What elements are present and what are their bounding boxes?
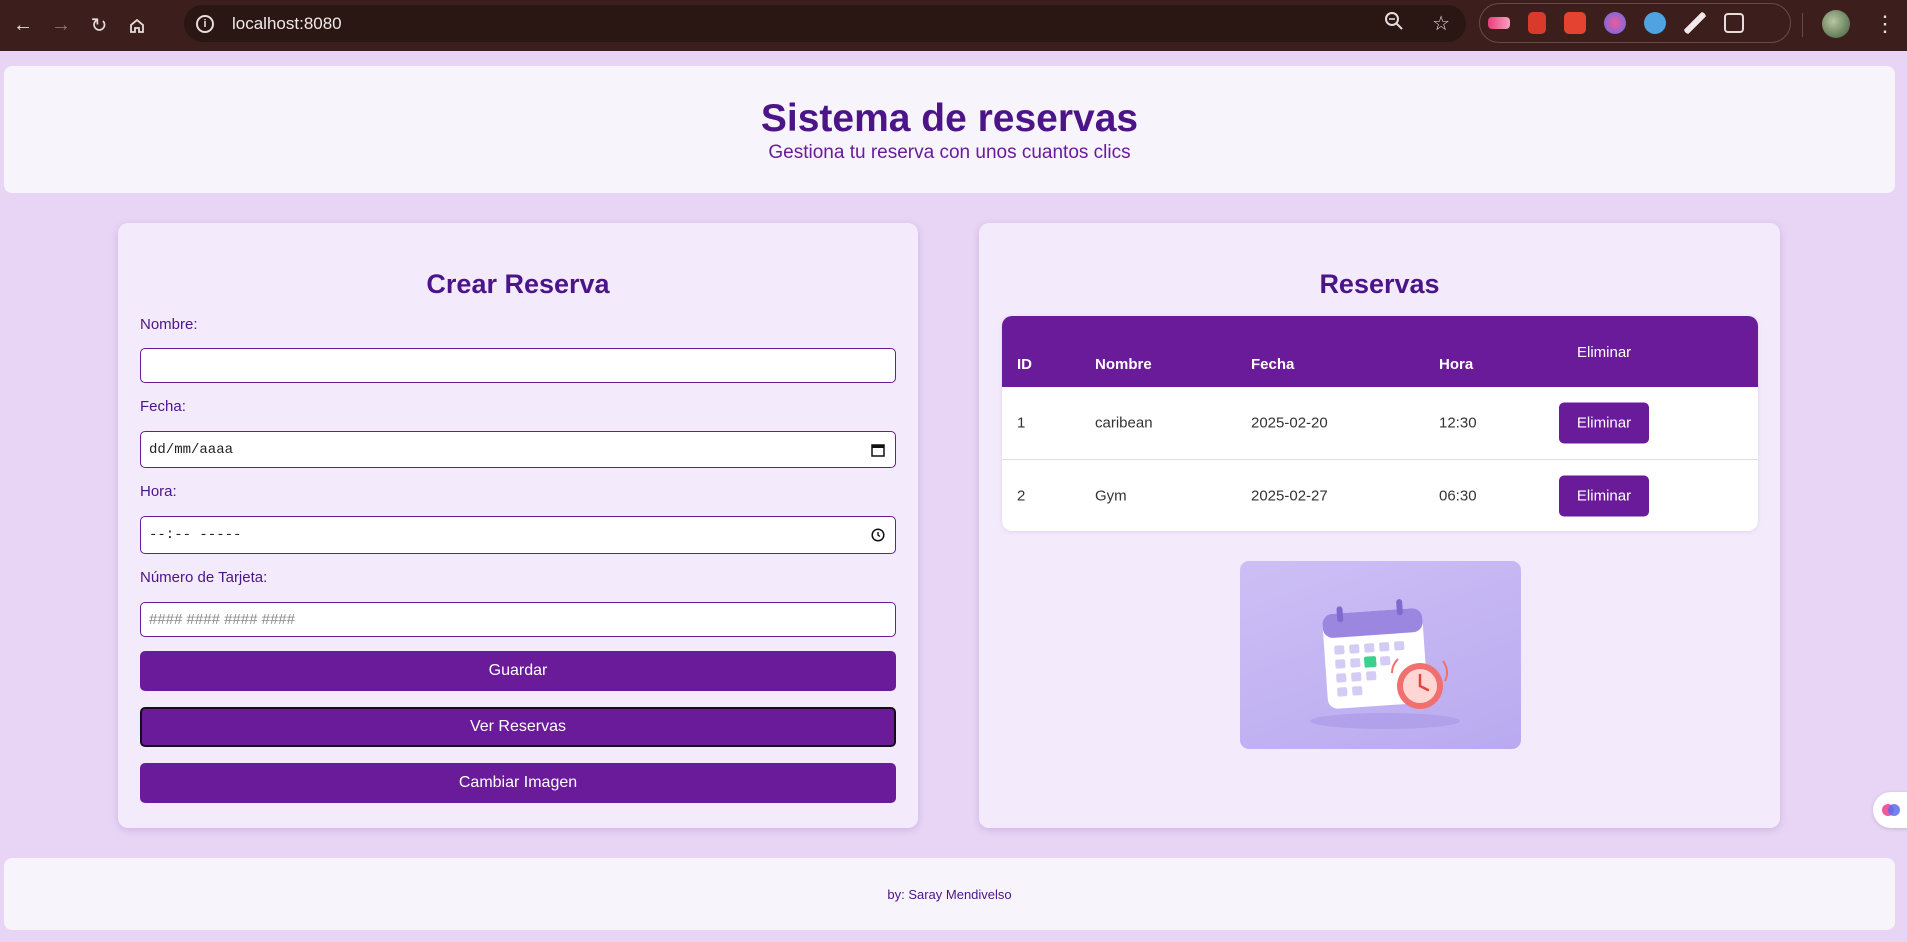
column-header-id: ID	[1017, 356, 1032, 373]
ver-reservas-button[interactable]: Ver Reservas	[140, 707, 896, 747]
reservations-card: Reservas ID Nombre Fecha Hora Eliminar 1…	[979, 223, 1780, 828]
robot-extension-icon[interactable]	[1644, 12, 1666, 34]
reservations-table: ID Nombre Fecha Hora Eliminar 1 caribean…	[1002, 316, 1758, 531]
column-header-eliminar: Eliminar	[1577, 344, 1632, 361]
row-hora: 06:30	[1439, 487, 1477, 504]
form-title: Crear Reserva	[426, 269, 610, 299]
page-footer: by: Saray Mendivelso	[4, 858, 1895, 930]
toolbar-divider	[1802, 13, 1803, 37]
clock-icon[interactable]	[871, 528, 885, 542]
nombre-label: Nombre:	[140, 316, 198, 333]
extensions-bar	[1479, 3, 1791, 43]
calendar-icon[interactable]	[871, 443, 885, 457]
hora-value: --:-- -----	[149, 527, 242, 543]
row-hora: 12:30	[1439, 414, 1477, 432]
forward-arrow-icon[interactable]: →	[46, 11, 76, 41]
row-id: 2	[1017, 487, 1026, 504]
row-fecha: 2025-02-27	[1251, 487, 1328, 504]
cambiar-imagen-button[interactable]: Cambiar Imagen	[140, 763, 896, 803]
browser-menu-icon[interactable]: ⋮	[1874, 10, 1896, 38]
browser-toolbar: ← → ↻ i localhost:8080 ☆ ⋮	[0, 0, 1907, 51]
video-extension-icon[interactable]	[1488, 17, 1510, 29]
eliminar-button[interactable]: Eliminar	[1559, 475, 1649, 516]
page-title: Sistema de reservas	[760, 97, 1139, 140]
page-header: Sistema de reservas Gestiona tu reserva …	[4, 66, 1895, 193]
row-nombre: Gym	[1095, 487, 1127, 504]
table-row: 2 Gym 2025-02-27 06:30 Eliminar	[1002, 459, 1758, 531]
row-fecha: 2025-02-20	[1251, 414, 1328, 432]
column-header-fecha: Fecha	[1251, 356, 1295, 373]
todoist-extension-icon[interactable]	[1564, 12, 1586, 34]
fecha-input[interactable]: dd/mm/aaaa	[140, 431, 896, 468]
column-header-hora: Hora	[1439, 356, 1474, 373]
tarjeta-label: Número de Tarjeta:	[140, 569, 268, 586]
home-icon[interactable]	[122, 11, 152, 41]
page-subtitle: Gestiona tu reserva con unos cuantos cli…	[768, 142, 1131, 163]
hora-input[interactable]: --:-- -----	[140, 516, 896, 554]
tarjeta-placeholder: #### #### #### ####	[149, 611, 295, 628]
table-header: ID Nombre Fecha Hora Eliminar	[1002, 316, 1758, 387]
tarjeta-input[interactable]: #### #### #### ####	[140, 602, 896, 637]
hora-label: Hora:	[140, 483, 177, 500]
create-reservation-card: Crear Reserva Nombre: Fecha: dd/mm/aaaa …	[118, 223, 918, 828]
fecha-value: dd/mm/aaaa	[149, 441, 234, 458]
guardar-button[interactable]: Guardar	[140, 651, 896, 691]
fecha-label: Fecha:	[140, 398, 186, 415]
address-url[interactable]: localhost:8080	[232, 14, 342, 34]
reservations-title: Reservas	[1319, 269, 1440, 299]
eyedropper-extension-icon[interactable]	[1684, 12, 1706, 34]
table-row: 1 caribean 2025-02-20 12:30 Eliminar	[1002, 387, 1758, 459]
brain-assistant-icon[interactable]	[1873, 792, 1907, 828]
brain-extension-icon[interactable]	[1604, 12, 1626, 34]
footer-credit: by: Saray Mendivelso	[887, 886, 1012, 902]
bookmark-star-icon[interactable]: ☆	[1432, 11, 1450, 36]
puzzle-extensions-icon[interactable]	[1724, 13, 1744, 33]
address-bar[interactable]: i localhost:8080 ☆	[184, 5, 1466, 42]
nombre-input[interactable]	[140, 348, 896, 383]
profile-avatar[interactable]	[1822, 10, 1850, 38]
row-id: 1	[1017, 414, 1026, 432]
eliminar-button[interactable]: Eliminar	[1559, 402, 1649, 444]
column-header-nombre: Nombre	[1095, 356, 1152, 373]
calendar-clock-illustration	[1240, 561, 1521, 749]
row-nombre: caribean	[1095, 414, 1153, 432]
reload-icon[interactable]: ↻	[84, 11, 114, 41]
zoom-icon[interactable]	[1384, 11, 1404, 36]
back-arrow-icon[interactable]: ←	[8, 11, 38, 41]
book-extension-icon[interactable]	[1528, 12, 1546, 34]
site-info-icon[interactable]: i	[196, 14, 214, 33]
